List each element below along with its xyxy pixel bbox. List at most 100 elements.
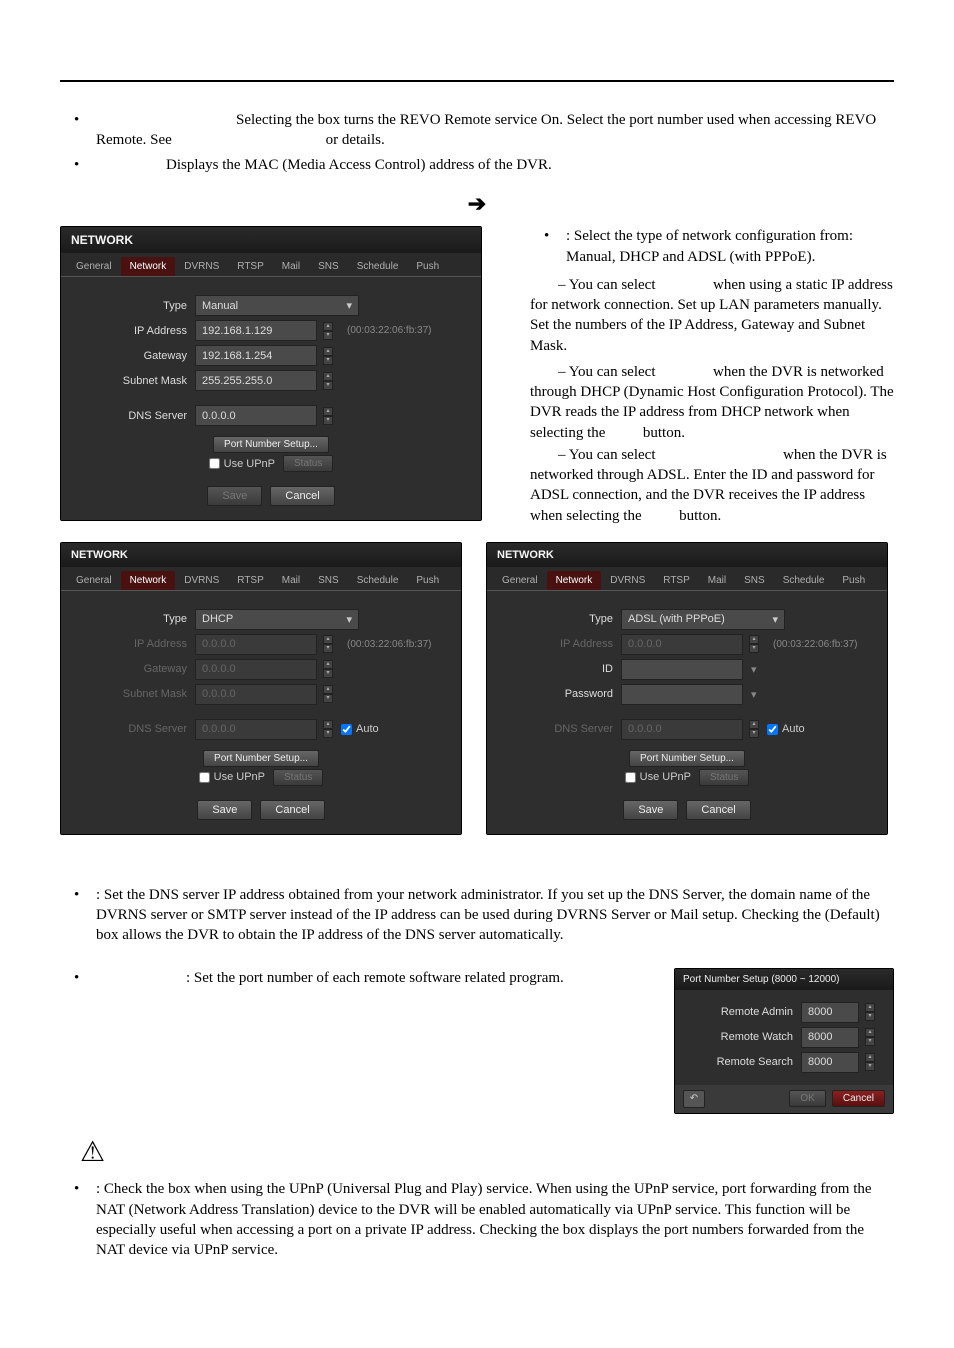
cancel-button[interactable]: Cancel: [270, 486, 334, 506]
save-button[interactable]: Save: [207, 486, 262, 506]
tab-push[interactable]: Push: [407, 571, 448, 590]
text: Displays the MAC (Media Access Control) …: [166, 155, 552, 175]
label-dns: DNS Server: [75, 723, 187, 735]
tab-bar: General Network DVRNS RTSP Mail SNS Sche…: [61, 567, 461, 590]
back-button[interactable]: ↶: [683, 1090, 705, 1108]
dialog-title: NETWORK: [61, 227, 481, 253]
bullet-list-1: Selecting the box turns the REVO Remote …: [60, 110, 894, 175]
port-number-dialog: Port Number Setup (8000 ~ 12000) Remote …: [674, 968, 894, 1114]
port-setup-button[interactable]: Port Number Setup...: [213, 436, 329, 453]
upnp-label: Use UPnP: [214, 771, 265, 783]
tab-dvrns[interactable]: DVRNS: [175, 571, 228, 590]
label-remote-admin: Remote Admin: [683, 1006, 793, 1018]
type-dropdown[interactable]: Manual: [195, 295, 359, 316]
label-id: ID: [501, 663, 613, 675]
label-gw: Gateway: [75, 663, 187, 675]
remote-admin-input[interactable]: 8000: [801, 1002, 859, 1023]
mac-text: (00:03:22:06:fb:37): [773, 639, 858, 650]
spinner-icon[interactable]: ▴▾: [865, 1003, 875, 1021]
dns-input: 0.0.0.0: [195, 719, 317, 740]
text: : Check the box when using the UPnP (Uni…: [96, 1181, 872, 1258]
upnp-checkbox[interactable]: Use UPnP: [199, 769, 265, 786]
tab-rtsp[interactable]: RTSP: [228, 571, 273, 590]
tab-dvrns[interactable]: DVRNS: [175, 257, 228, 276]
type-dropdown[interactable]: ADSL (with PPPoE): [621, 609, 785, 630]
label-ip: IP Address: [75, 638, 187, 650]
mask-spinner[interactable]: ▴▾: [323, 372, 333, 390]
tab-schedule[interactable]: Schedule: [348, 257, 408, 276]
remote-watch-input[interactable]: 8000: [801, 1027, 859, 1048]
upnp-checkbox[interactable]: Use UPnP: [625, 769, 691, 786]
gw-input: 0.0.0.0: [195, 659, 317, 680]
cancel-button[interactable]: Cancel: [260, 800, 324, 820]
label-pw: Password: [501, 688, 613, 700]
tab-push[interactable]: Push: [833, 571, 874, 590]
type-dropdown[interactable]: DHCP: [195, 609, 359, 630]
tab-sns[interactable]: SNS: [309, 571, 348, 590]
text2: or details.: [326, 132, 385, 148]
label-type: Type: [75, 300, 187, 312]
arrow-icon: ➔: [60, 189, 894, 219]
dialog-title: NETWORK: [61, 543, 461, 567]
tab-general[interactable]: General: [67, 257, 121, 276]
status-button[interactable]: Status: [283, 455, 333, 472]
spinner-icon: ▴▾: [749, 720, 759, 738]
tab-general[interactable]: General: [67, 571, 121, 590]
bullet-mac: Displays the MAC (Media Access Control) …: [60, 155, 894, 175]
upnp-label: Use UPnP: [640, 771, 691, 783]
tab-dvrns[interactable]: DVRNS: [601, 571, 654, 590]
auto-checkbox[interactable]: Auto: [341, 723, 379, 735]
ip-input[interactable]: 192.168.1.129: [195, 320, 317, 341]
tab-mail[interactable]: Mail: [273, 571, 309, 590]
cancel-button[interactable]: Cancel: [832, 1090, 885, 1107]
mask-input[interactable]: 255.255.255.0: [195, 370, 317, 391]
dns-spinner[interactable]: ▴▾: [323, 407, 333, 425]
dialog-title: Port Number Setup (8000 ~ 12000): [675, 969, 893, 990]
tab-mail[interactable]: Mail: [273, 257, 309, 276]
status-button[interactable]: Status: [699, 769, 749, 786]
ip-spinner[interactable]: ▴▾: [323, 322, 333, 340]
tab-network[interactable]: Network: [547, 571, 602, 590]
remote-search-input[interactable]: 8000: [801, 1052, 859, 1073]
upnp-label: Use UPnP: [224, 458, 275, 470]
save-button[interactable]: Save: [197, 800, 252, 820]
spinner-icon: ▴▾: [323, 685, 333, 703]
auto-checkbox[interactable]: Auto: [767, 723, 805, 735]
ip-input: 0.0.0.0: [195, 634, 317, 655]
pw-input[interactable]: [621, 684, 743, 705]
gw-input[interactable]: 192.168.1.254: [195, 345, 317, 366]
tab-sns[interactable]: SNS: [309, 257, 348, 276]
tab-schedule[interactable]: Schedule: [348, 571, 408, 590]
label-ip: IP Address: [501, 638, 613, 650]
ok-button[interactable]: OK: [789, 1090, 825, 1107]
tab-sns[interactable]: SNS: [735, 571, 774, 590]
save-button[interactable]: Save: [623, 800, 678, 820]
para-adsl: – You can select when the DVR is network…: [530, 445, 894, 526]
label-mask: Subnet Mask: [75, 688, 187, 700]
cancel-button[interactable]: Cancel: [686, 800, 750, 820]
label-ip: IP Address: [75, 325, 187, 337]
gw-spinner[interactable]: ▴▾: [323, 347, 333, 365]
tab-push[interactable]: Push: [407, 257, 448, 276]
upnp-checkbox[interactable]: Use UPnP: [209, 455, 275, 472]
bullet-list-3: : Check the box when using the UPnP (Uni…: [60, 1179, 894, 1260]
label-remote-search: Remote Search: [683, 1056, 793, 1068]
tab-schedule[interactable]: Schedule: [774, 571, 834, 590]
tab-general[interactable]: General: [493, 571, 547, 590]
tab-mail[interactable]: Mail: [699, 571, 735, 590]
port-setup-button[interactable]: Port Number Setup...: [629, 750, 745, 767]
network-dialog-dhcp: NETWORK General Network DVRNS RTSP Mail …: [60, 542, 462, 835]
dialog-title: NETWORK: [487, 543, 887, 567]
status-button[interactable]: Status: [273, 769, 323, 786]
para-dhcp: – You can select when the DVR is network…: [530, 362, 894, 443]
spinner-icon[interactable]: ▴▾: [865, 1053, 875, 1071]
tab-network[interactable]: Network: [121, 571, 176, 590]
spinner-icon[interactable]: ▴▾: [865, 1028, 875, 1046]
tab-rtsp[interactable]: RTSP: [654, 571, 699, 590]
port-setup-button[interactable]: Port Number Setup...: [203, 750, 319, 767]
dns-input[interactable]: 0.0.0.0: [195, 405, 317, 426]
tab-rtsp[interactable]: RTSP: [228, 257, 273, 276]
tab-network[interactable]: Network: [121, 257, 176, 276]
id-input[interactable]: [621, 659, 743, 680]
mask-input: 0.0.0.0: [195, 684, 317, 705]
